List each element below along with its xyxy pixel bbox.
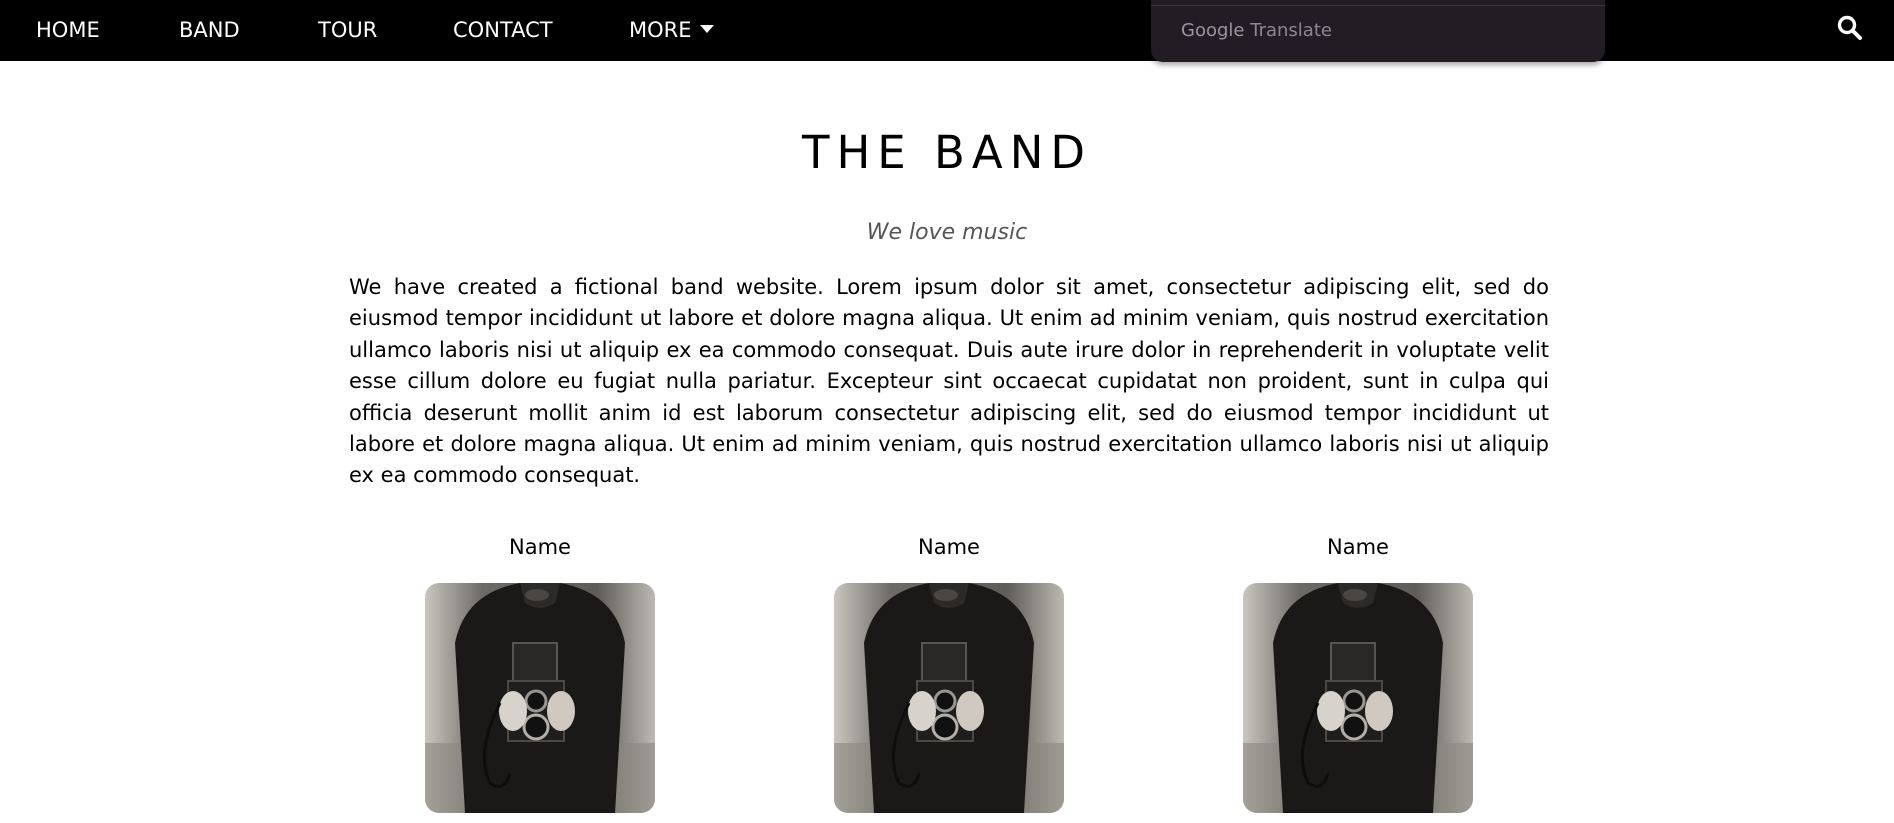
- translate-text: Translate: [1250, 20, 1332, 41]
- nav-contact-link[interactable]: CONTACT: [453, 15, 553, 45]
- nav-band-link[interactable]: BAND: [179, 15, 240, 45]
- top-navigation-bar: HOME BAND TOUR CONTACT MORE Google Trans…: [0, 0, 1894, 62]
- band-subtitle: We love music: [866, 220, 1028, 245]
- caret-down-icon: [699, 25, 714, 33]
- translate-label: Google Translate: [1181, 20, 1332, 41]
- nav-more-dropdown[interactable]: MORE: [629, 15, 714, 45]
- search-button[interactable]: [1836, 14, 1864, 42]
- search-icon: [1837, 15, 1862, 40]
- band-section-title: THE BAND: [801, 126, 1093, 179]
- band-description: We have created a fictional band website…: [349, 275, 1549, 488]
- nav-home-link[interactable]: HOME: [36, 15, 100, 45]
- nav-tour-link[interactable]: TOUR: [318, 15, 377, 45]
- member-photo[interactable]: [425, 583, 655, 813]
- member-name: Name: [1327, 535, 1389, 559]
- member-name: Name: [509, 535, 571, 559]
- member-photo[interactable]: [834, 583, 1064, 813]
- google-translate-widget[interactable]: Google Translate: [1151, 0, 1605, 62]
- nav-more-label: MORE: [629, 18, 692, 42]
- translate-brand: Google: [1181, 20, 1245, 41]
- band-member-card: Name: [425, 530, 655, 813]
- member-name: Name: [918, 535, 980, 559]
- band-member-card: Name: [834, 530, 1064, 813]
- member-photo[interactable]: [1243, 583, 1473, 813]
- translate-divider: [1151, 5, 1605, 6]
- band-member-card: Name: [1243, 530, 1473, 813]
